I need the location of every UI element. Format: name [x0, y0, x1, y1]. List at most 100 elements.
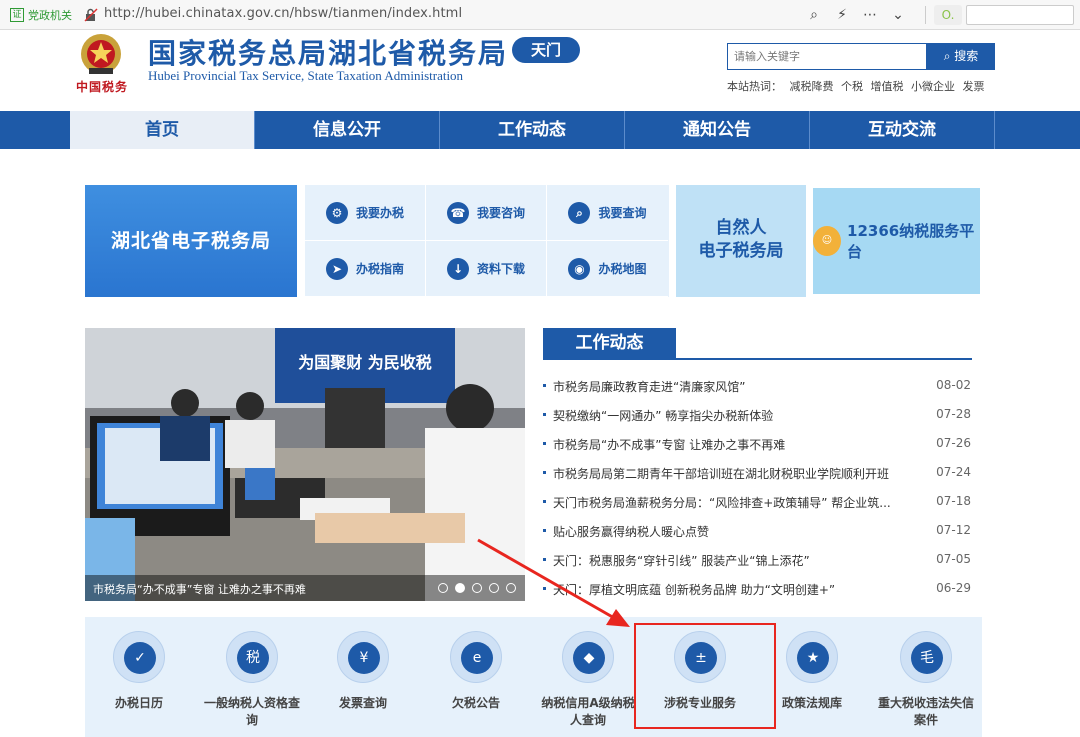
slider-dot[interactable]: [489, 583, 499, 593]
news-date: 07-28: [936, 407, 971, 421]
hot-words-label: 本站热词：: [727, 80, 782, 93]
slider-dot[interactable]: [455, 583, 465, 593]
slider-photo[interactable]: 为国聚财 为民收税: [85, 328, 525, 601]
chevron-down-icon[interactable]: ⌄: [890, 7, 906, 23]
hot-word[interactable]: 减税降费: [790, 80, 834, 93]
service-item[interactable]: 税一般纳税人资格查询: [202, 617, 302, 737]
extension-icon[interactable]: O.: [934, 5, 962, 25]
main-nav: 首页 信息公开 工作动态 通知公告 互动交流: [0, 111, 1080, 149]
icon-glyph: ◆: [573, 642, 605, 674]
service-label: 一般纳税人资格查询: [203, 696, 300, 727]
slider-dot[interactable]: [438, 583, 448, 593]
news-item[interactable]: 市税务局“办不成事”专窗 让难办之事不再难 07-26: [543, 433, 972, 453]
bullet: [543, 558, 546, 561]
hot-word[interactable]: 个税: [841, 80, 863, 93]
quick-link-guide[interactable]: ➤ 办税指南: [305, 241, 426, 297]
news-item[interactable]: 天门：厚植文明底蕴 创新税务品牌 助力“文明创建+” 06-29: [543, 578, 972, 598]
slider-caption[interactable]: 市税务局“办不成事”专窗 让难办之事不再难: [93, 581, 306, 597]
hot-word[interactable]: 小微企业: [911, 80, 955, 93]
news-date: 07-05: [936, 552, 971, 566]
quick-link-query[interactable]: ⌕ 我要查询: [547, 185, 668, 241]
service-label: 重大税收违法失信案件: [877, 696, 974, 727]
news-item[interactable]: 市税务局局第二期青年干部培训班在湖北财税职业学院顺利开班 07-24: [543, 462, 972, 482]
hot-word[interactable]: 发票: [963, 80, 985, 93]
news-item[interactable]: 市税务局廉政教育走进“清廉家风馆” 08-02: [543, 375, 972, 395]
service-item[interactable]: ★ 政策法规库: [762, 617, 862, 737]
quick-link-handle-tax[interactable]: ⚙ 我要办税: [305, 185, 426, 241]
gov-badge[interactable]: 证 党政机关: [10, 7, 72, 23]
quick-link-label: 我要办税: [355, 206, 404, 220]
highlight-box: [634, 623, 776, 729]
news-title: 市税务局廉政教育走进“清廉家风馆”: [553, 380, 746, 394]
quick-link-label: 资料下载: [476, 262, 525, 276]
search-button-label: 搜索: [954, 49, 979, 63]
service-item[interactable]: ✓ 办税日历: [89, 617, 189, 737]
bullet: [543, 500, 546, 503]
news-item[interactable]: 契税缴纳“一网通办” 畅享指尖办税新体验 07-28: [543, 404, 972, 424]
nav-info-disclosure[interactable]: 信息公开: [255, 111, 440, 149]
zoom-icon[interactable]: ⌕: [806, 7, 822, 23]
query-icon: ⌕: [568, 201, 591, 224]
quick-link-download[interactable]: ↓ 资料下载: [426, 241, 547, 297]
site-title[interactable]: 国家税务总局湖北省税务局: [148, 32, 508, 72]
news-date: 07-24: [936, 465, 971, 479]
quick-link-consult[interactable]: ☎ 我要咨询: [426, 185, 547, 241]
insecure-lock-icon[interactable]: [84, 8, 98, 22]
toolbar-divider: [925, 6, 926, 24]
browser-search-box[interactable]: [966, 5, 1074, 25]
emblem-caption: 中国税务: [76, 80, 129, 94]
browser-address-bar: 证 党政机关 http://hubei.chinatax.gov.cn/hbsw…: [0, 0, 1080, 30]
service-item[interactable]: 毛重大税收违法失信案件: [876, 617, 976, 737]
slider-sign-text: 为国聚财 为民收税: [298, 353, 432, 372]
nav-interaction[interactable]: 互动交流: [810, 111, 995, 149]
site-subtitle: Hubei Provincial Tax Service, State Taxa…: [148, 68, 464, 83]
slider-dot[interactable]: [472, 583, 482, 593]
site-header: 中国税务 国家税务总局湖北省税务局 Hubei Provincial Tax S…: [0, 30, 1080, 110]
natural-person-line1: 自然人: [715, 218, 767, 238]
bullet: [543, 442, 546, 445]
news-title: 市税务局“办不成事”专窗 让难办之事不再难: [553, 438, 786, 452]
lightning-icon[interactable]: ⚡: [834, 7, 850, 23]
service-label: 政策法规库: [781, 696, 842, 710]
service-12366-logo-icon: ☺: [813, 226, 842, 256]
nav-work-news[interactable]: 工作动态: [440, 111, 625, 149]
invoice-icon: ¥: [337, 631, 389, 683]
service-label: 发票查询: [338, 696, 387, 710]
certificate-icon: 证: [10, 8, 24, 22]
news-item[interactable]: 天门市税务局渔薪税务分局：“风险排查+政策辅导” 帮企业筑... 07-18: [543, 491, 972, 511]
news-date: 07-26: [936, 436, 971, 450]
news-divider: [543, 358, 972, 360]
more-icon[interactable]: ⋯: [862, 7, 878, 23]
icon-glyph: 毛: [911, 642, 943, 674]
slider-dot[interactable]: [506, 583, 516, 593]
news-item[interactable]: 贴心服务赢得纳税人暖心点赞 07-12: [543, 520, 972, 540]
search-button[interactable]: ⌕ 搜索: [927, 43, 995, 70]
service-12366-link[interactable]: ☺ 12366纳税服务平台: [813, 188, 980, 294]
nav-notices[interactable]: 通知公告: [625, 111, 810, 149]
service-label: 办税日历: [114, 696, 163, 710]
quick-link-label: 办税地图: [598, 262, 647, 276]
news-section-title[interactable]: 工作动态: [543, 328, 676, 359]
news-title: 天门：厚植文明底蕴 创新税务品牌 助力“文明创建+”: [553, 583, 836, 597]
service-item[interactable]: e 欠税公告: [426, 617, 526, 737]
city-badge[interactable]: 天门: [512, 37, 580, 63]
hot-word[interactable]: 增值税: [871, 80, 904, 93]
quick-link-label: 办税指南: [355, 262, 404, 276]
quick-link-map[interactable]: ◉ 办税地图: [547, 241, 668, 297]
news-date: 08-02: [936, 378, 971, 392]
nav-home[interactable]: 首页: [70, 111, 255, 149]
natural-person-e-tax-link[interactable]: 自然人 电子税务局: [676, 185, 806, 297]
service-label: 欠税公告: [451, 696, 500, 710]
search-input[interactable]: 请输入关键字: [727, 43, 927, 70]
news-title: 天门市税务局渔薪税务分局：“风险排查+政策辅导” 帮企业筑...: [553, 496, 891, 510]
service-item[interactable]: ◆ 纳税信用A级纳税人查询: [538, 617, 638, 737]
icon-glyph: ¥: [348, 642, 380, 674]
news-item[interactable]: 天门：税惠服务“穿针引线” 服装产业“锦上添花” 07-05: [543, 549, 972, 569]
taxpayer-search-icon: 税: [226, 631, 278, 683]
natural-person-line2: 电子税务局: [698, 241, 784, 261]
service-item[interactable]: ¥ 发票查询: [313, 617, 413, 737]
address-input[interactable]: http://hubei.chinatax.gov.cn/hbsw/tianme…: [104, 6, 462, 21]
e-tax-bureau-link[interactable]: 湖北省电子税务局: [85, 185, 297, 297]
book-icon: ★: [786, 631, 838, 683]
download-icon: ↓: [446, 257, 469, 280]
